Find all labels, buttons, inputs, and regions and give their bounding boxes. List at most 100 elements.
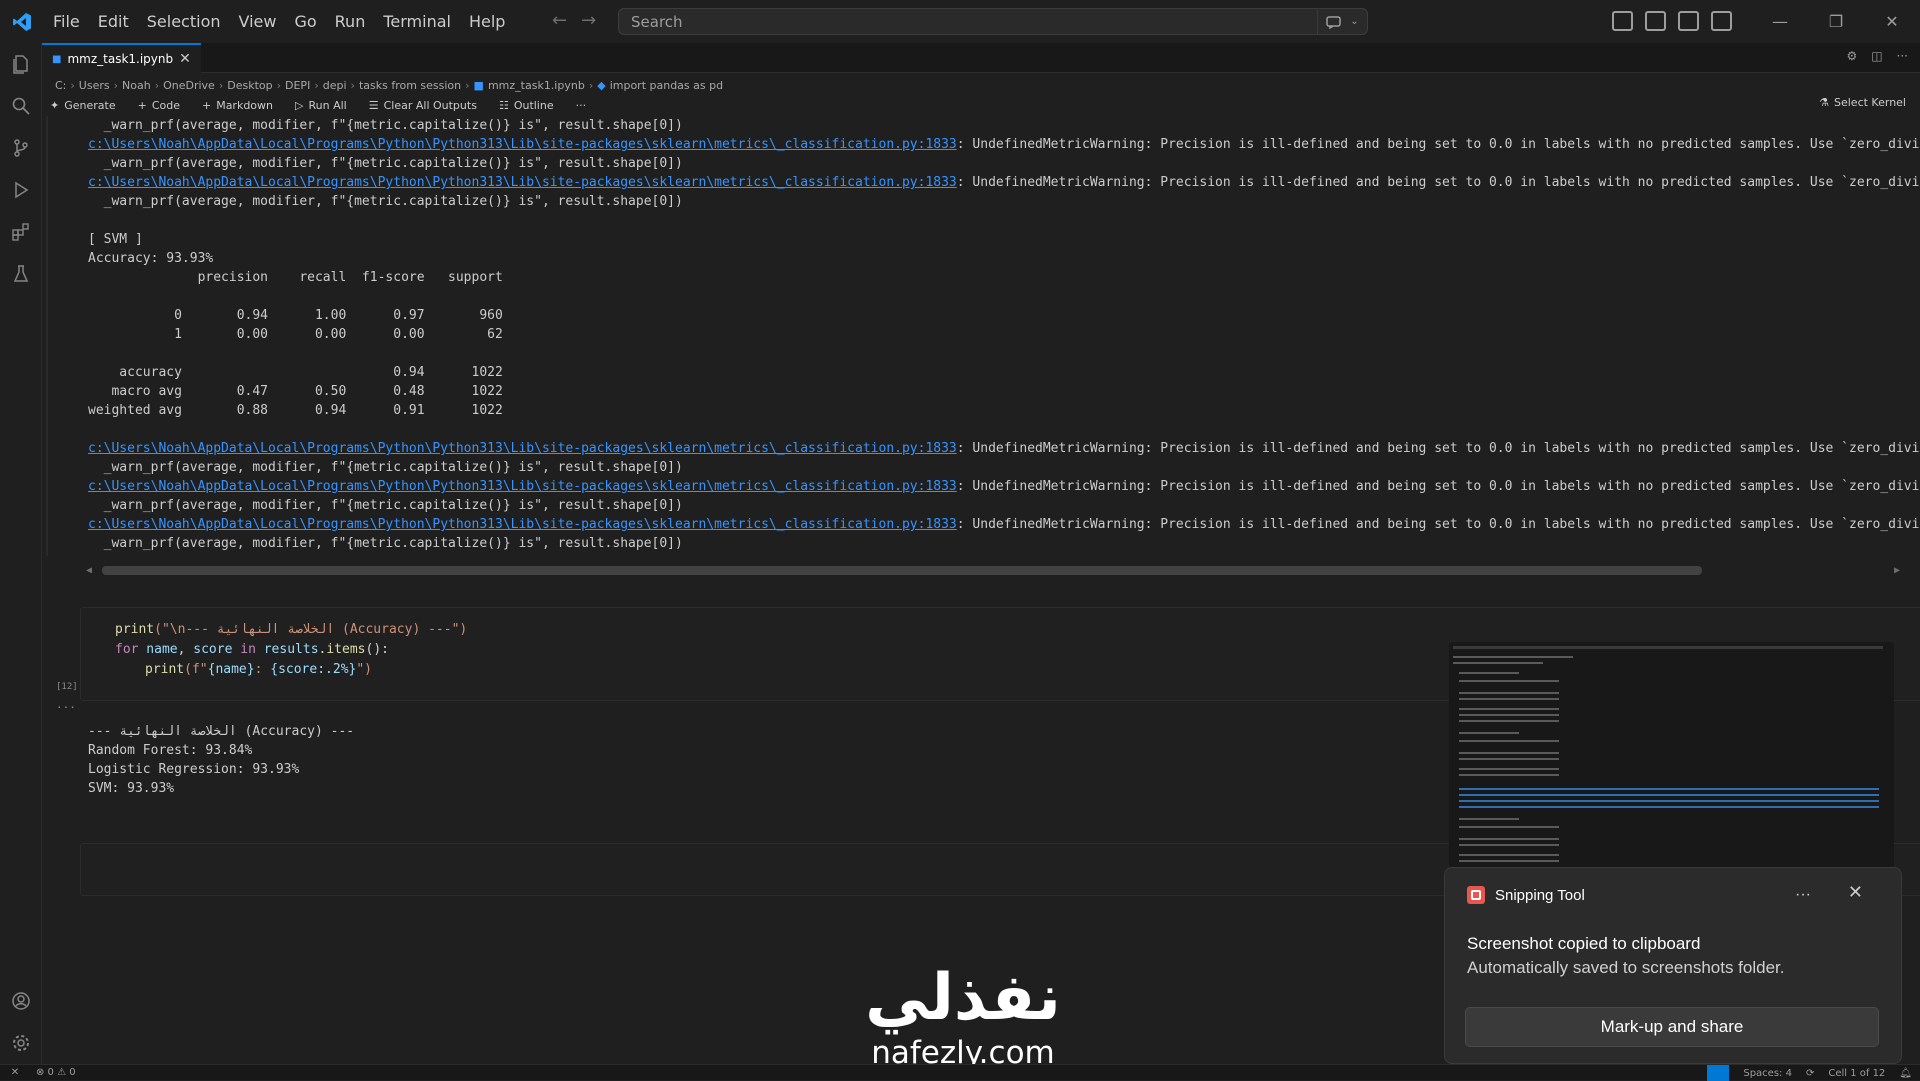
breadcrumb: C: › Users › Noah › OneDrive › Desktop › DEPI… <box>55 78 724 92</box>
breadcrumb-item[interactable]: mmz_task1.ipynb <box>488 79 585 92</box>
command-center-search[interactable]: ⌄ <box>618 8 1368 35</box>
menu-run[interactable]: Run <box>326 0 375 43</box>
output-menu-icon[interactable]: ··· <box>56 701 76 714</box>
cell-indicator[interactable]: Cell 1 of 12 <box>1828 1068 1885 1079</box>
remote-indicator-icon[interactable]: ✕ <box>0 1065 30 1081</box>
toggle-primary-sidebar-icon[interactable] <box>1645 11 1666 31</box>
code-output-line: SVM: 93.93% <box>88 781 175 796</box>
menu-edit[interactable]: Edit <box>89 0 138 43</box>
extensions-icon[interactable] <box>0 211 42 253</box>
execution-count: [12] <box>56 682 78 692</box>
toast-close-icon[interactable]: ✕ <box>1848 882 1863 903</box>
svm-accuracy: Accuracy: 93.93% <box>88 251 214 266</box>
select-kernel-button[interactable]: ⚗ Select Kernel <box>1819 96 1906 109</box>
warning-file-link[interactable]: c:\Users\Noah\AppData\Local\Programs\Pyt… <box>88 517 957 532</box>
code-token: ") <box>356 662 372 677</box>
spaces-indicator[interactable]: Spaces: 4 <box>1743 1068 1792 1079</box>
breadcrumb-item[interactable]: depi <box>323 79 347 92</box>
breadcrumb-item[interactable]: Noah <box>122 79 151 92</box>
screenshot-thumbnail[interactable] <box>1449 642 1894 872</box>
restore-icon[interactable]: ❐ <box>1808 0 1864 43</box>
output-warning-line: c:\Users\Noah\AppData\Local\Programs\Pyt… <box>88 439 1920 458</box>
status-bar: ✕ ⊗ 0 ⚠ 0 Spaces: 4 ⟳ Cell 1 of 12 🔔︎ <box>0 1064 1920 1081</box>
breadcrumb-item[interactable]: tasks from session <box>359 79 461 92</box>
explorer-icon[interactable] <box>0 43 42 85</box>
tab-notebook[interactable]: ■ mmz_task1.ipynb ✕ <box>42 43 201 73</box>
menu-selection[interactable]: Selection <box>138 0 230 43</box>
output-warn-line: _warn_prf(average, modifier, f"{metric.c… <box>88 194 683 209</box>
settings-icon[interactable]: ⚙ <box>1846 49 1857 63</box>
zoom-icon[interactable] <box>1707 1065 1730 1081</box>
kernel-label: Select Kernel <box>1834 96 1906 109</box>
warning-file-link[interactable]: c:\Users\Noah\AppData\Local\Programs\Pyt… <box>88 137 957 152</box>
clear-outputs-button[interactable]: ☰ Clear All Outputs <box>369 99 477 112</box>
menu-go[interactable]: Go <box>285 0 325 43</box>
warning-file-link[interactable]: c:\Users\Noah\AppData\Local\Programs\Pyt… <box>88 175 957 190</box>
layout-controls <box>1612 11 1732 31</box>
report-weighted: weighted avg 0.88 0.94 0.91 1022 <box>88 403 503 418</box>
search-input[interactable] <box>619 12 1317 31</box>
clear-label: Clear All Outputs <box>383 98 477 112</box>
editor-actions: ⚙ ◫ ··· <box>1846 49 1908 63</box>
code-output-line: Logistic Regression: 93.93% <box>88 762 300 777</box>
breadcrumb-item[interactable]: OneDrive <box>163 79 215 92</box>
problems-indicator[interactable]: ⊗ 0 ⚠ 0 <box>30 1067 82 1078</box>
more-actions-icon[interactable]: ··· <box>1897 49 1908 63</box>
source-control-icon[interactable] <box>0 127 42 169</box>
testing-icon[interactable] <box>0 253 42 295</box>
minimize-icon[interactable]: — <box>1752 0 1808 43</box>
search-icon[interactable] <box>0 85 42 127</box>
toggle-panel-icon[interactable] <box>1678 11 1699 31</box>
output-warning-line: c:\Users\Noah\AppData\Local\Programs\Pyt… <box>88 135 1920 154</box>
notifications-bell-icon[interactable]: 🔔︎ <box>1899 1068 1912 1079</box>
menu-view[interactable]: View <box>230 0 286 43</box>
scroll-right-icon[interactable]: ▶ <box>1894 565 1900 576</box>
breadcrumb-item[interactable]: C: <box>55 79 66 92</box>
toolbar-more-button[interactable]: ··· <box>576 99 587 112</box>
markup-share-button[interactable]: Mark-up and share <box>1465 1007 1879 1047</box>
output-horizontal-scrollbar[interactable] <box>102 566 1702 575</box>
warning-text: : UndefinedMetricWarning: Precision is i… <box>956 175 1920 190</box>
snipping-tool-notification: Snipping Tool ··· ✕ Screenshot copied to… <box>1444 867 1902 1064</box>
window-controls: — ❐ ✕ <box>1752 0 1920 43</box>
warning-file-link[interactable]: c:\Users\Noah\AppData\Local\Programs\Pyt… <box>88 441 957 456</box>
sync-icon[interactable]: ⟳ <box>1806 1068 1814 1079</box>
menu-file[interactable]: File <box>44 0 89 43</box>
breadcrumb-item[interactable]: import pandas as pd <box>610 79 723 92</box>
close-tab-icon[interactable]: ✕ <box>179 51 191 67</box>
outline-button[interactable]: ☷ Outline <box>499 99 554 112</box>
output-warn-line: _warn_prf(average, modifier, f"{metric.c… <box>88 118 683 133</box>
toggle-secondary-sidebar-icon[interactable] <box>1711 11 1732 31</box>
copilot-chat-icon[interactable]: ⌄ <box>1317 9 1367 34</box>
toast-app-name: Snipping Tool <box>1495 886 1585 904</box>
breadcrumb-item[interactable]: Users <box>79 79 110 92</box>
forward-arrow-icon[interactable]: → <box>581 10 596 31</box>
split-editor-icon[interactable]: ◫ <box>1871 49 1882 63</box>
notebook-file-icon: ■ <box>52 53 62 65</box>
add-markdown-button[interactable]: + Markdown <box>202 99 273 112</box>
close-window-icon[interactable]: ✕ <box>1864 0 1920 43</box>
back-arrow-icon[interactable]: ← <box>552 10 567 31</box>
menu-terminal[interactable]: Terminal <box>374 0 460 43</box>
code-token: results <box>263 642 319 657</box>
run-all-button[interactable]: ▷ Run All <box>295 99 347 112</box>
scroll-left-icon[interactable]: ◀ <box>86 565 92 576</box>
report-row: 0 0.94 1.00 0.97 960 <box>88 308 503 323</box>
run-debug-icon[interactable] <box>0 169 42 211</box>
breadcrumb-item[interactable]: Desktop <box>227 79 272 92</box>
toast-more-icon[interactable]: ··· <box>1795 886 1811 904</box>
settings-gear-icon[interactable] <box>0 1022 42 1064</box>
sparkle-icon: ✦ <box>50 98 60 112</box>
customize-layout-icon[interactable] <box>1612 11 1633 31</box>
generate-button[interactable]: ✦ Generate <box>50 99 116 112</box>
nav-arrows: ← → <box>552 10 596 31</box>
warning-file-link[interactable]: c:\Users\Noah\AppData\Local\Programs\Pyt… <box>88 479 957 494</box>
title-bar: File Edit Selection View Go Run Terminal… <box>0 0 1920 43</box>
accounts-icon[interactable] <box>0 980 42 1022</box>
add-code-button[interactable]: + Code <box>138 99 180 112</box>
output-warn-line: _warn_prf(average, modifier, f"{metric.c… <box>88 156 683 171</box>
breadcrumb-item[interactable]: DEPI <box>285 79 310 92</box>
code-line-3: print(f"{name}: {score:.2%}") <box>145 660 372 680</box>
clear-all-icon: ☰ <box>368 98 379 112</box>
menu-help[interactable]: Help <box>460 0 514 43</box>
